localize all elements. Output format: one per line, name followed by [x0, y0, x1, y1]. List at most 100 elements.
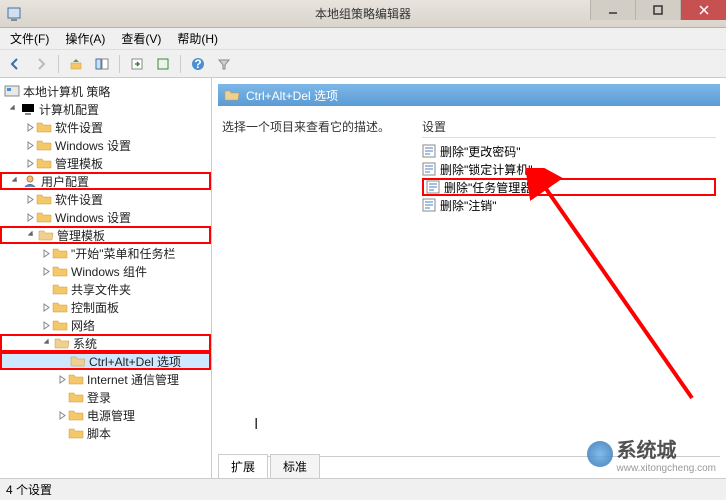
forward-button[interactable]	[30, 53, 52, 75]
export-button[interactable]	[126, 53, 148, 75]
expander-icon[interactable]	[40, 319, 52, 331]
policy-setting-icon	[422, 162, 436, 176]
expander-icon[interactable]	[56, 373, 68, 385]
folder-icon	[36, 156, 52, 170]
tree-cc-software[interactable]: 软件设置	[0, 118, 211, 136]
menu-file[interactable]: 文件(F)	[4, 28, 55, 49]
expander-icon[interactable]	[26, 229, 38, 241]
tree-win-components[interactable]: Windows 组件	[0, 262, 211, 280]
hint-text: 选择一个项目来查看它的描述。	[222, 116, 414, 137]
user-icon	[22, 174, 38, 188]
tree-root[interactable]: 本地计算机 策略	[0, 82, 211, 100]
expander-icon[interactable]	[24, 193, 36, 205]
window-title: 本地组策略编辑器	[315, 5, 411, 22]
tree-internet-mgmt[interactable]: Internet 通信管理	[0, 370, 211, 388]
expander-icon[interactable]	[10, 175, 22, 187]
tree-power[interactable]: 电源管理	[0, 406, 211, 424]
setting-remove-change-password[interactable]: 删除"更改密码"	[422, 142, 716, 160]
pane-title: Ctrl+Alt+Del 选项	[246, 87, 338, 104]
close-button[interactable]	[680, 0, 726, 20]
folder-icon	[52, 282, 68, 296]
back-button[interactable]	[4, 53, 26, 75]
tree-system[interactable]: 系统	[0, 334, 211, 352]
expander-icon[interactable]	[56, 409, 68, 421]
expander-icon[interactable]	[24, 121, 36, 133]
setting-remove-logoff[interactable]: 删除"注销"	[422, 196, 716, 214]
menu-view[interactable]: 查看(V)	[115, 28, 167, 49]
filter-button[interactable]	[213, 53, 235, 75]
tree-cc-windows[interactable]: Windows 设置	[0, 136, 211, 154]
policy-icon	[4, 84, 20, 98]
menu-help[interactable]: 帮助(H)	[171, 28, 224, 49]
folder-open-icon	[70, 354, 86, 368]
folder-icon	[36, 138, 52, 152]
refresh-button[interactable]	[152, 53, 174, 75]
expander-icon[interactable]	[40, 247, 52, 259]
toolbar: ?	[0, 50, 726, 78]
menubar: 文件(F) 操作(A) 查看(V) 帮助(H)	[0, 28, 726, 50]
tree-shared-folders[interactable]: 共享文件夹	[0, 280, 211, 298]
tree-user-config[interactable]: 用户配置	[0, 172, 211, 190]
folder-icon	[68, 372, 84, 386]
tree-uc-windows[interactable]: Windows 设置	[0, 208, 211, 226]
folder-icon	[52, 264, 68, 278]
menu-action[interactable]: 操作(A)	[59, 28, 111, 49]
folder-icon	[36, 120, 52, 134]
expander-icon[interactable]	[24, 157, 36, 169]
tree-panel: 本地计算机 策略 计算机配置 软件设置 Windows 设置 管理模板	[0, 78, 212, 478]
settings-header: 设置	[422, 116, 716, 138]
titlebar: 本地组策略编辑器	[0, 0, 726, 28]
watermark-logo-icon	[587, 441, 613, 467]
tree-network[interactable]: 网络	[0, 316, 211, 334]
tree-script[interactable]: 脚本	[0, 424, 211, 442]
tree-uc-software[interactable]: 软件设置	[0, 190, 211, 208]
folder-open-icon	[38, 228, 54, 242]
statusbar: 4 个设置	[0, 478, 726, 500]
folder-icon	[68, 390, 84, 404]
expander-icon[interactable]	[24, 139, 36, 151]
expander-icon[interactable]	[40, 265, 52, 277]
pane-body: 选择一个项目来查看它的描述。 设置 删除"更改密码" 删除"锁定计算机" 删除"…	[212, 106, 726, 456]
expander-icon[interactable]	[40, 301, 52, 313]
help-button[interactable]: ?	[187, 53, 209, 75]
folder-icon	[52, 300, 68, 314]
app-icon	[6, 6, 22, 22]
toolbar-separator	[119, 55, 120, 73]
folder-icon	[68, 408, 84, 422]
tree-login[interactable]: 登录	[0, 388, 211, 406]
expander-icon[interactable]	[8, 103, 20, 115]
folder-icon	[36, 210, 52, 224]
sys-buttons	[590, 0, 726, 20]
right-pane: Ctrl+Alt+Del 选项 选择一个项目来查看它的描述。 设置 删除"更改密…	[212, 78, 726, 478]
pane-header: Ctrl+Alt+Del 选项	[218, 84, 720, 106]
show-hide-button[interactable]	[91, 53, 113, 75]
expander-icon[interactable]	[42, 337, 54, 349]
description-column: 选择一个项目来查看它的描述。	[218, 112, 418, 450]
watermark: 系统城 www.xitongcheng.com	[587, 434, 717, 474]
computer-icon	[20, 102, 36, 116]
tree-control-panel[interactable]: 控制面板	[0, 298, 211, 316]
up-button[interactable]	[65, 53, 87, 75]
settings-column: 设置 删除"更改密码" 删除"锁定计算机" 删除"任务管理器" 删除"注销"	[418, 112, 720, 450]
setting-remove-taskmgr[interactable]: 删除"任务管理器"	[422, 178, 716, 196]
folder-icon	[36, 192, 52, 206]
tree-start-taskbar[interactable]: "开始"菜单和任务栏	[0, 244, 211, 262]
folder-open-icon	[224, 88, 240, 102]
policy-setting-icon	[422, 144, 436, 158]
tab-standard[interactable]: 标准	[270, 454, 320, 478]
svg-text:?: ?	[194, 57, 201, 71]
tree-ctrl-alt-del[interactable]: Ctrl+Alt+Del 选项	[0, 352, 211, 370]
watermark-url: www.xitongcheng.com	[617, 463, 717, 474]
tree-cc-templates[interactable]: 管理模板	[0, 154, 211, 172]
minimize-button[interactable]	[590, 0, 635, 20]
folder-icon	[52, 318, 68, 332]
setting-remove-lock[interactable]: 删除"锁定计算机"	[422, 160, 716, 178]
watermark-text: 系统城	[617, 434, 717, 463]
toolbar-separator	[180, 55, 181, 73]
tree-uc-templates[interactable]: 管理模板	[0, 226, 211, 244]
expander-icon[interactable]	[24, 211, 36, 223]
tab-extended[interactable]: 扩展	[218, 454, 268, 478]
tree-computer-config[interactable]: 计算机配置	[0, 100, 211, 118]
folder-icon	[52, 246, 68, 260]
maximize-button[interactable]	[635, 0, 680, 20]
